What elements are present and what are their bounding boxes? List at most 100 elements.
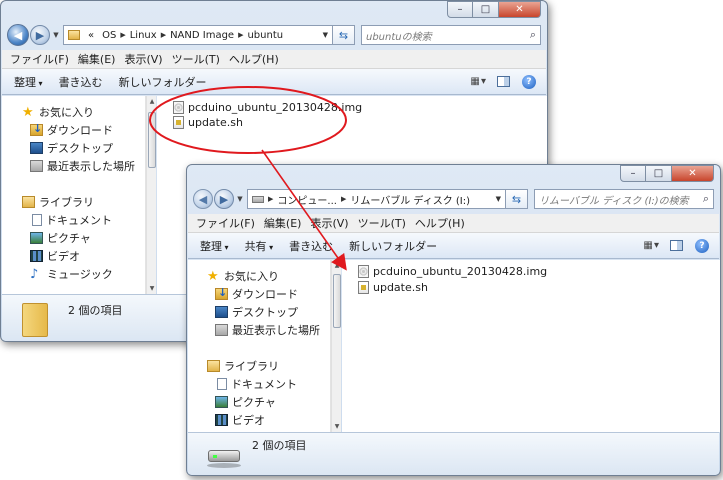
search-icon[interactable]: ⌕ xyxy=(703,192,709,206)
burn-button[interactable]: 書き込む xyxy=(59,74,103,90)
close-button[interactable]: ✕ xyxy=(672,165,714,182)
nav-pictures[interactable]: ピクチャ xyxy=(30,230,91,246)
star-icon: ★ xyxy=(207,268,219,284)
nav-recent[interactable]: 最近表示した場所 xyxy=(30,158,135,174)
close-button[interactable]: ✕ xyxy=(499,1,541,18)
scroll-up-arrow-icon[interactable]: ▲ xyxy=(332,262,342,269)
breadcrumb-chevron-icon[interactable]: ▶ xyxy=(238,31,243,39)
file-item-sh[interactable]: update.sh xyxy=(173,116,243,129)
nav-desktop[interactable]: デスクトップ xyxy=(215,304,298,320)
minimize-button[interactable]: – xyxy=(447,1,473,18)
maximize-button[interactable]: □ xyxy=(473,1,499,18)
scroll-down-arrow-icon[interactable]: ▼ xyxy=(332,423,342,430)
menu-edit[interactable]: 編集(E) xyxy=(264,215,302,231)
folder-icon xyxy=(22,303,48,337)
menu-edit[interactable]: 編集(E) xyxy=(78,51,116,67)
desktop-icon xyxy=(30,142,43,154)
nav-documents[interactable]: ドキュメント xyxy=(30,212,112,228)
menu-help[interactable]: ヘルプ(H) xyxy=(415,215,465,231)
menu-view[interactable]: 表示(V) xyxy=(310,215,348,231)
view-options-icon[interactable]: ▦ ▾ xyxy=(470,76,486,87)
new-folder-button[interactable]: 新しいフォルダー xyxy=(119,74,207,90)
breadcrumb-chevron-icon[interactable]: ▶ xyxy=(268,195,273,203)
pictures-icon xyxy=(215,396,228,408)
breadcrumb-chevron-icon[interactable]: ▶ xyxy=(341,195,346,203)
nav-documents[interactable]: ドキュメント xyxy=(215,376,297,392)
address-segment-computer[interactable]: コンピュー... xyxy=(277,192,337,207)
file-item-img[interactable]: pcduino_ubuntu_20130428.img xyxy=(173,101,362,114)
search-icon[interactable]: ⌕ xyxy=(530,28,536,42)
nav-desktop[interactable]: デスクトップ xyxy=(30,140,113,156)
address-bar[interactable]: « OS ▶ Linux ▶ NAND Image ▶ ubuntu ▼ xyxy=(63,25,333,45)
maximize-button[interactable]: □ xyxy=(646,165,672,182)
minimize-button[interactable]: – xyxy=(620,165,646,182)
nav-music[interactable]: ♪ ミュージック xyxy=(30,266,113,282)
nav-downloads[interactable]: ダウンロード xyxy=(30,122,113,138)
history-dropdown-icon[interactable]: ▼ xyxy=(51,31,61,39)
search-input[interactable]: ubuntuの検索 ⌕ xyxy=(361,25,541,45)
back-arrow-icon[interactable]: ◀ xyxy=(7,24,29,46)
address-row: ◀ ▶ ▼ « OS ▶ Linux ▶ NAND Image ▶ ubuntu… xyxy=(7,24,541,46)
address-segment-linux[interactable]: Linux xyxy=(130,30,157,41)
menu-help[interactable]: ヘルプ(H) xyxy=(229,51,279,67)
scroll-down-arrow-icon[interactable]: ▼ xyxy=(147,285,157,292)
forward-arrow-icon[interactable]: ▶ xyxy=(30,25,50,45)
preview-pane-icon[interactable] xyxy=(670,240,683,251)
nav-label: ミュージック xyxy=(47,268,113,281)
library-icon xyxy=(22,196,35,208)
file-item-sh[interactable]: update.sh xyxy=(358,281,428,294)
disc-image-file-icon xyxy=(173,101,184,114)
refresh-icon[interactable]: ⇆ xyxy=(333,25,355,45)
address-segment-nand-image[interactable]: NAND Image xyxy=(170,30,234,41)
nav-favorites[interactable]: ★ お気に入り xyxy=(22,104,94,120)
address-dropdown-icon[interactable]: ▼ xyxy=(496,195,501,203)
address-bar[interactable]: ▶ コンピュー... ▶ リムーバブル ディスク (I:) ▼ xyxy=(247,189,506,209)
command-bar: 整理 書き込む 新しいフォルダー ▦ ▾ ? xyxy=(2,69,546,95)
help-icon[interactable]: ? xyxy=(695,238,709,253)
nav-scrollbar[interactable]: ▲ ▼ xyxy=(146,96,156,294)
organize-button[interactable]: 整理 xyxy=(200,238,229,254)
breadcrumb-chevron-icon[interactable]: ▶ xyxy=(120,31,125,39)
scrollbar-thumb[interactable] xyxy=(333,274,341,328)
menu-tools[interactable]: ツール(T) xyxy=(358,215,406,231)
nav-pictures[interactable]: ピクチャ xyxy=(215,394,276,410)
help-icon[interactable]: ? xyxy=(522,74,536,89)
organize-button[interactable]: 整理 xyxy=(14,74,43,90)
pictures-icon xyxy=(30,232,43,244)
back-arrow-icon[interactable]: ◀ xyxy=(193,189,213,209)
nav-downloads[interactable]: ダウンロード xyxy=(215,286,298,302)
address-segment-ubuntu[interactable]: ubuntu xyxy=(247,30,283,41)
address-segment-os[interactable]: OS xyxy=(102,30,116,41)
new-folder-button[interactable]: 新しいフォルダー xyxy=(349,238,437,254)
menu-tools[interactable]: ツール(T) xyxy=(172,51,220,67)
address-segment-removable-disk[interactable]: リムーバブル ディスク (I:) xyxy=(350,192,470,207)
menu-view[interactable]: 表示(V) xyxy=(124,51,162,67)
search-input[interactable]: リムーバブル ディスク (I:)の検索 ⌕ xyxy=(534,189,714,209)
nav-label: 最近表示した場所 xyxy=(47,160,135,173)
nav-recent[interactable]: 最近表示した場所 xyxy=(215,322,320,338)
drive-icon xyxy=(252,195,264,203)
scroll-up-arrow-icon[interactable]: ▲ xyxy=(147,98,157,105)
address-overflow[interactable]: « xyxy=(88,30,94,41)
nav-videos[interactable]: ビデオ xyxy=(215,412,265,428)
refresh-icon[interactable]: ⇆ xyxy=(506,189,528,209)
share-button[interactable]: 共有 xyxy=(245,238,274,254)
breadcrumb-chevron-icon[interactable]: ▶ xyxy=(161,31,166,39)
scrollbar-thumb[interactable] xyxy=(148,112,156,168)
forward-arrow-icon[interactable]: ▶ xyxy=(214,189,234,209)
address-dropdown-icon[interactable]: ▼ xyxy=(323,31,328,39)
preview-pane-icon[interactable] xyxy=(497,76,510,87)
nav-libraries[interactable]: ライブラリ xyxy=(207,358,279,374)
view-options-icon[interactable]: ▦ ▾ xyxy=(643,240,659,251)
nav-libraries[interactable]: ライブラリ xyxy=(22,194,94,210)
nav-videos[interactable]: ビデオ xyxy=(30,248,80,264)
search-placeholder: ubuntuの検索 xyxy=(366,31,432,43)
menu-file[interactable]: ファイル(F) xyxy=(10,51,69,67)
nav-favorites[interactable]: ★ お気に入り xyxy=(207,268,279,284)
nav-scrollbar[interactable]: ▲ ▼ xyxy=(331,260,341,432)
burn-button[interactable]: 書き込む xyxy=(289,238,333,254)
file-item-img[interactable]: pcduino_ubuntu_20130428.img xyxy=(358,265,547,278)
nav-label: ライブラリ xyxy=(224,360,279,373)
menu-file[interactable]: ファイル(F) xyxy=(196,215,255,231)
history-dropdown-icon[interactable]: ▼ xyxy=(235,195,245,203)
